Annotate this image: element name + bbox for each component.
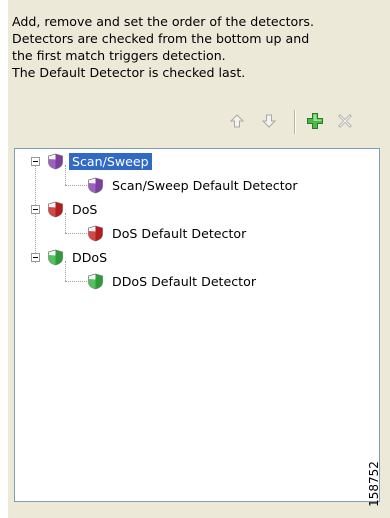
tree-node-ddos-default[interactable]: DDoS Default Detector <box>87 271 259 291</box>
instructions-text: Add, remove and set the order of the det… <box>12 13 386 81</box>
instructions-line-4: The Default Detector is checked last. <box>12 65 246 80</box>
tree-node-label: Scan/Sweep Default Detector <box>112 177 298 193</box>
figure-id-text: 158752 <box>367 461 381 507</box>
figure-id: 158752 <box>364 454 384 514</box>
tree-node-ddos[interactable]: DDoS <box>47 247 110 267</box>
expander-scan-sweep[interactable] <box>31 157 40 166</box>
expander-ddos[interactable] <box>31 253 40 262</box>
tree-node-scan-sweep-default[interactable]: Scan/Sweep Default Detector <box>87 175 301 195</box>
move-down-icon <box>261 114 277 128</box>
tree-node-label: DoS Default Detector <box>112 225 247 241</box>
instructions-line-1: Add, remove and set the order of the det… <box>12 14 314 29</box>
tree-node-label: DDoS Default Detector <box>112 273 256 289</box>
tree-connector <box>65 185 87 186</box>
detector-tree[interactable]: Scan/Sweep Scan/Sweep Default Detector D… <box>14 148 380 502</box>
tree-node-dos-default[interactable]: DoS Default Detector <box>87 223 249 243</box>
tree-connector <box>65 233 87 234</box>
move-up-button[interactable] <box>226 110 248 132</box>
detector-toolbar <box>218 108 368 134</box>
toolbar-separator <box>294 110 296 134</box>
shield-icon <box>88 177 103 193</box>
tree-node-dos[interactable]: DoS <box>47 199 100 219</box>
remove-detector-button[interactable] <box>334 110 356 132</box>
tree-connector <box>65 281 87 282</box>
shield-icon <box>48 249 63 265</box>
tree-node-label: Scan/Sweep <box>69 152 152 170</box>
tree-node-scan-sweep[interactable]: Scan/Sweep <box>47 151 152 171</box>
move-down-button[interactable] <box>258 110 280 132</box>
shield-icon <box>88 225 103 241</box>
shield-icon <box>88 273 103 289</box>
instructions-line-2: Detectors are checked from the bottom up… <box>12 31 310 46</box>
tree-node-label: DDoS <box>72 249 108 265</box>
move-up-icon <box>229 114 245 128</box>
tree-connector <box>35 165 36 263</box>
tree-node-label: DoS <box>72 201 98 217</box>
add-icon <box>307 113 323 129</box>
detector-order-panel: Add, remove and set the order of the det… <box>8 0 390 518</box>
instructions-line-3: the first match triggers detection. <box>12 48 226 63</box>
add-detector-button[interactable] <box>304 110 326 132</box>
shield-icon <box>48 201 63 217</box>
shield-icon <box>48 153 63 169</box>
remove-icon <box>338 114 352 128</box>
expander-dos[interactable] <box>31 205 40 214</box>
